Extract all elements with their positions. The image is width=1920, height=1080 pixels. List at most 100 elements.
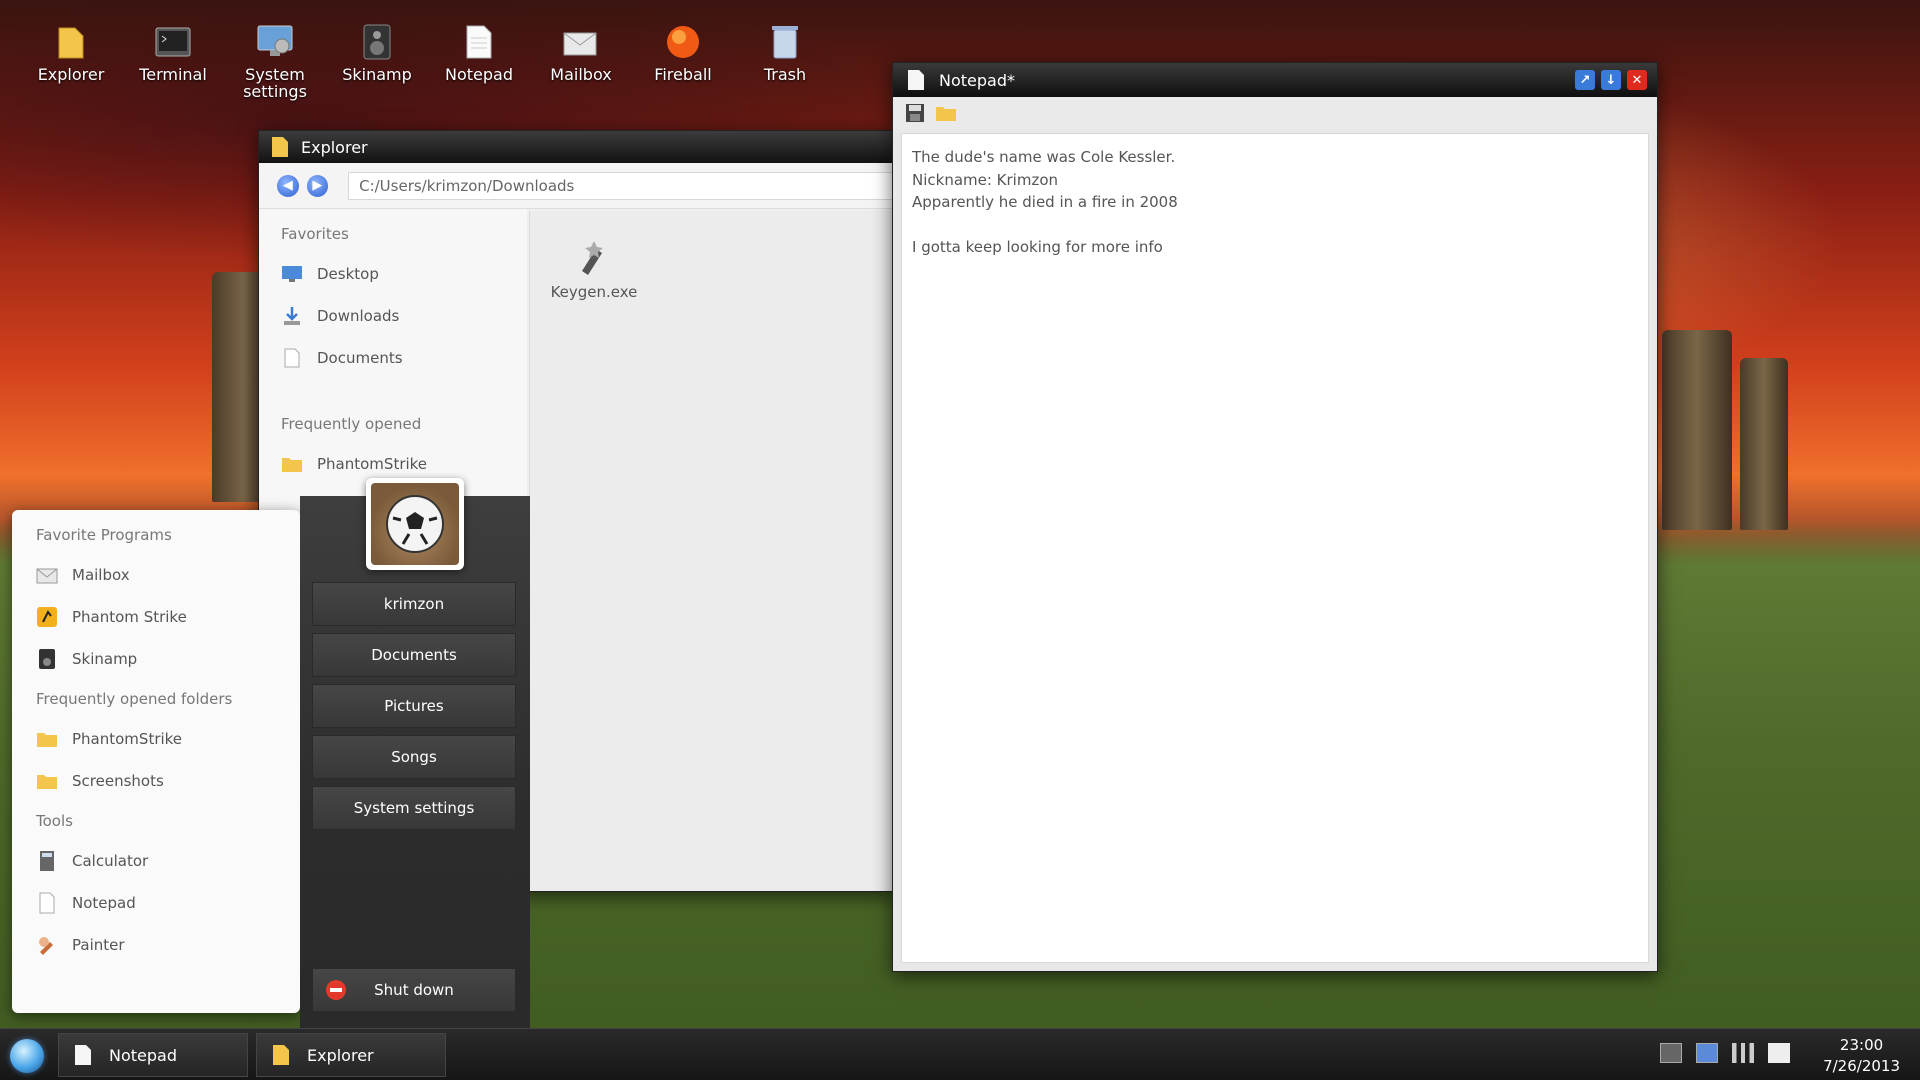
desktop-icon-explorer[interactable]: Explorer [20, 22, 122, 100]
maximize-icon: ↗ [1579, 72, 1591, 88]
notification-icon[interactable] [1768, 1043, 1790, 1063]
desktop-icon-skinamp[interactable]: Skinamp [326, 22, 428, 100]
start-item-label: Phantom Strike [72, 608, 187, 626]
tools-heading: Tools [36, 812, 73, 830]
desktop-icon-trash[interactable]: Trash [734, 22, 836, 100]
system-settings-button[interactable]: System settings [312, 786, 516, 830]
desktop-icon-label: Terminal [139, 65, 207, 84]
user-name-button[interactable]: krimzon [312, 582, 516, 626]
monitor-settings-icon [255, 22, 295, 62]
sidebar-item-label: PhantomStrike [317, 455, 428, 473]
sidebar-item-downloads[interactable]: Downloads [259, 295, 527, 337]
folder-icon [273, 1045, 289, 1065]
calculator-icon [40, 851, 54, 871]
songs-button[interactable]: Songs [312, 735, 516, 779]
taskbar-item-label: Notepad [109, 1045, 177, 1065]
taskbar-item-explorer[interactable]: Explorer [256, 1033, 446, 1077]
document-icon [75, 1045, 91, 1065]
start-item-folder-screenshots[interactable]: Screenshots [12, 760, 300, 802]
mail-icon [36, 568, 58, 584]
start-item-folder-phantomstrike[interactable]: PhantomStrike [12, 718, 300, 760]
notepad-titlebar[interactable]: Notepad* ↗ ↓ ✕ [893, 63, 1657, 97]
text-line: I gotta keep looking for more info [912, 238, 1163, 256]
document-icon [908, 70, 924, 90]
sidebar-item-label: Documents [317, 349, 403, 367]
sidebar-item-documents[interactable]: Documents [259, 337, 527, 379]
desktop-icon-terminal[interactable]: Terminal [122, 22, 224, 100]
start-item-label: Calculator [72, 852, 149, 870]
shutdown-label: Shut down [374, 981, 454, 999]
taskbar: Notepad Explorer 23:00 7/26/2013 [0, 1028, 1920, 1080]
desktop-icon-notepad[interactable]: Notepad [428, 22, 530, 100]
close-button[interactable]: ✕ [1627, 70, 1647, 90]
text-line: Nickname: Krimzon [912, 170, 1059, 189]
speaker-icon [39, 649, 55, 669]
address-bar[interactable]: C:/Users/krimzon/Downloads [348, 171, 897, 200]
wallpaper-stone-right [1662, 330, 1732, 530]
phantom-strike-icon [37, 607, 57, 627]
notepad-toolbar [893, 97, 1657, 129]
explorer-navbar: ◀ ▶ C:/Users/krimzon/Downloads [259, 163, 897, 209]
start-item-mailbox[interactable]: Mailbox [12, 554, 300, 596]
start-menu-programs: Favorite Programs Mailbox Phantom Strike… [12, 510, 300, 1013]
desktop-icon-label: Notepad [445, 65, 513, 84]
keyboard-icon[interactable] [1660, 1043, 1682, 1063]
sidebar-item-desktop[interactable]: Desktop [259, 253, 527, 295]
maximize-button[interactable]: ↗ [1575, 70, 1595, 90]
desktop-icon-mailbox[interactable]: Mailbox [530, 22, 632, 100]
document-icon [459, 22, 499, 62]
start-item-notepad[interactable]: Notepad [12, 882, 300, 924]
monitor-icon [282, 266, 302, 282]
start-item-skinamp[interactable]: Skinamp [12, 638, 300, 680]
start-menu-user-panel: krimzon Documents Pictures Songs System … [300, 478, 530, 1028]
start-item-label: Mailbox [72, 566, 130, 584]
back-button[interactable]: ◀ [277, 174, 299, 197]
volume-icon[interactable] [1732, 1043, 1754, 1063]
open-folder-icon[interactable] [935, 103, 957, 123]
executable-icon [582, 241, 603, 275]
frequent-folders-heading: Frequently opened folders [36, 690, 233, 708]
terminal-icon [153, 22, 193, 62]
folder-icon [272, 137, 288, 157]
folder-icon [282, 458, 302, 472]
desktop-icon-label: Skinamp [342, 65, 412, 84]
arrow-left-icon: ◀ [282, 178, 293, 193]
start-item-label: Screenshots [72, 772, 164, 790]
clock[interactable]: 23:00 7/26/2013 [1823, 1035, 1900, 1077]
start-item-painter[interactable]: Painter [12, 924, 300, 966]
speaker-icon [357, 22, 397, 62]
file-keygen[interactable]: Keygen.exe [546, 235, 642, 301]
minimize-button[interactable]: ↓ [1601, 70, 1621, 90]
desktop-icon-fireball[interactable]: Fireball [632, 22, 734, 100]
explorer-titlebar[interactable]: Explorer [259, 131, 897, 163]
documents-button[interactable]: Documents [312, 633, 516, 677]
arrow-right-icon: ▶ [312, 178, 323, 193]
taskbar-item-notepad[interactable]: Notepad [58, 1033, 248, 1077]
start-button[interactable] [10, 1039, 44, 1073]
start-item-label: Painter [72, 936, 125, 954]
clock-time: 23:00 [1839, 1036, 1884, 1054]
desktop-icons: Explorer Terminal System settings Skinam… [20, 22, 836, 100]
notepad-text-area[interactable]: The dude's name was Cole Kessler. Nickna… [901, 133, 1649, 963]
sidebar-item-label: Downloads [317, 307, 400, 325]
shutdown-button[interactable]: Shut down [312, 968, 516, 1012]
start-item-calculator[interactable]: Calculator [12, 840, 300, 882]
system-tray [1660, 1043, 1790, 1063]
pictures-button[interactable]: Pictures [312, 684, 516, 728]
sidebar-item-label: Desktop [317, 265, 379, 283]
forward-button[interactable]: ▶ [306, 174, 329, 197]
text-line: Apparently he died in a fire in 2008 [912, 193, 1178, 211]
fireball-icon [663, 22, 703, 62]
favorite-programs-heading: Favorite Programs [36, 526, 172, 544]
text-line [912, 214, 1638, 237]
desktop-icon-system-settings[interactable]: System settings [224, 22, 326, 100]
soccer-ball-icon [371, 483, 459, 565]
user-avatar[interactable] [366, 478, 464, 570]
network-icon[interactable] [1696, 1043, 1718, 1063]
save-icon[interactable] [905, 103, 925, 123]
start-item-label: Skinamp [72, 650, 138, 668]
folder-icon [51, 22, 91, 62]
wallpaper-stone-far [1740, 358, 1788, 530]
start-item-phantom-strike[interactable]: Phantom Strike [12, 596, 300, 638]
desktop-icon-label: System settings [243, 65, 307, 101]
